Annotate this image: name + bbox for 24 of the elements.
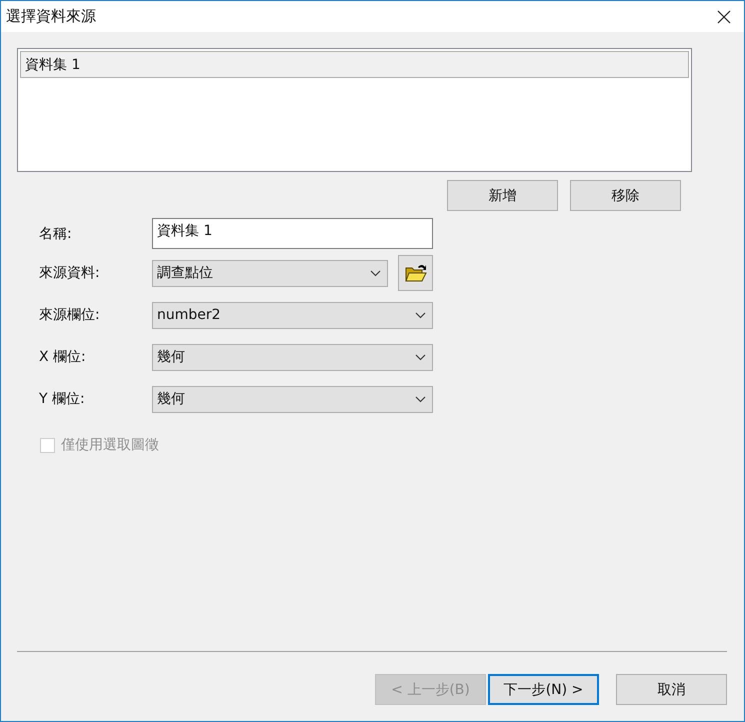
browse-button[interactable] bbox=[398, 255, 433, 291]
window-title: 選擇資料來源 bbox=[6, 7, 96, 26]
dialog-button[interactable]: 移除 bbox=[570, 180, 681, 211]
chevron-down-icon bbox=[415, 396, 426, 402]
checkbox-label: 僅使用選取圖徵 bbox=[61, 436, 159, 454]
folder-icon bbox=[404, 263, 426, 283]
dialog-button[interactable]: 新增 bbox=[447, 180, 558, 211]
dropdown[interactable]: 調查點位 bbox=[152, 260, 388, 286]
chevron-down-icon bbox=[415, 354, 426, 360]
field-label: X 欄位: bbox=[39, 348, 87, 366]
dropdown[interactable]: 幾何 bbox=[152, 386, 433, 412]
dialog-button[interactable]: 下一步(N) > bbox=[488, 674, 599, 705]
dropdown[interactable]: 幾何 bbox=[152, 344, 433, 370]
name-field[interactable]: 資料集 1 bbox=[152, 218, 433, 249]
chevron-down-icon bbox=[415, 312, 426, 318]
field-label: 來源資料: bbox=[39, 264, 101, 282]
dropdown[interactable]: number2 bbox=[152, 302, 433, 328]
chevron-down-icon bbox=[370, 270, 381, 276]
dialog-button[interactable]: 取消 bbox=[616, 674, 727, 705]
close-icon[interactable] bbox=[717, 10, 731, 24]
dataset-item[interactable]: 資料集 1 bbox=[20, 51, 689, 78]
field-label: 來源欄位: bbox=[39, 306, 101, 324]
field-label: Y 欄位: bbox=[39, 390, 86, 408]
field-label: 名稱: bbox=[39, 224, 73, 242]
